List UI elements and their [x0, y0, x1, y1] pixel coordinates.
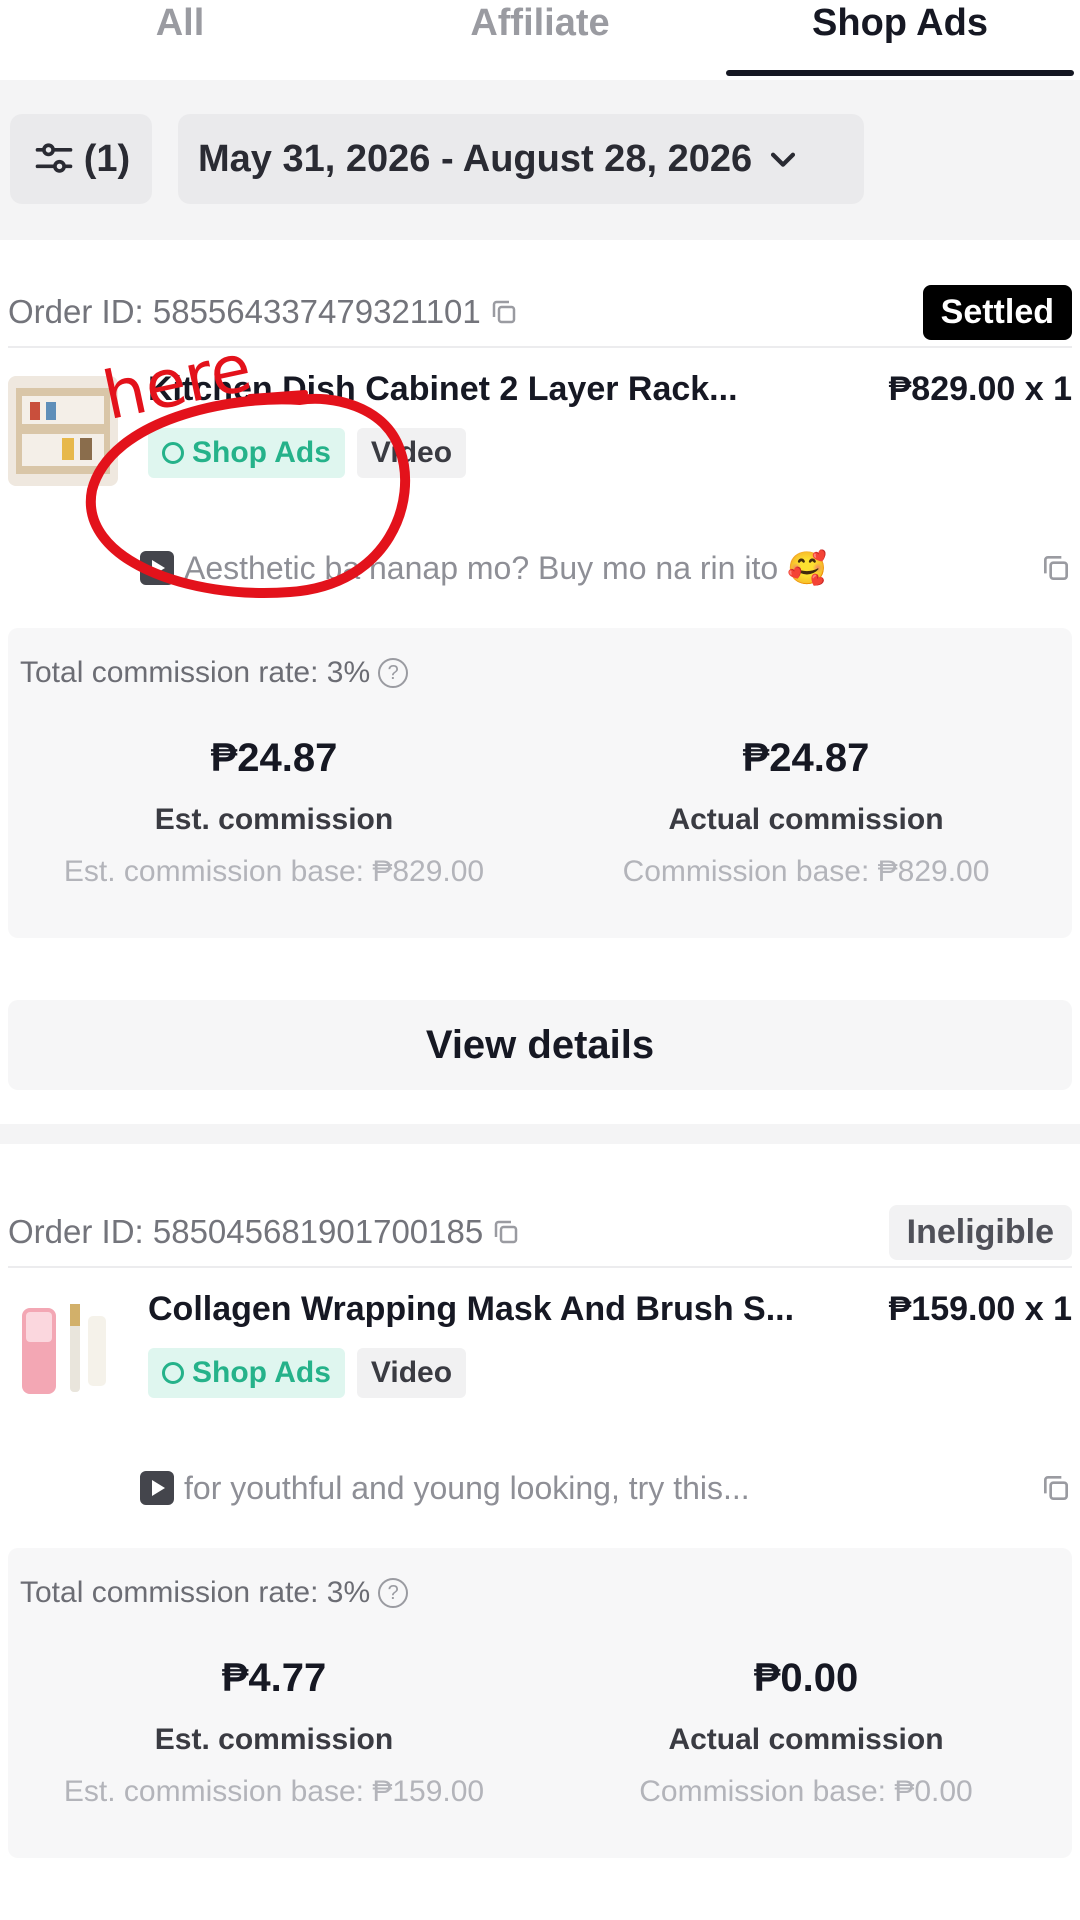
- est-commission-column: ₱4.77 Est. commission Est. commission ba…: [8, 1656, 540, 1809]
- order-id-text: Order ID: 585564337479321101: [8, 293, 481, 330]
- help-icon[interactable]: ?: [378, 658, 409, 688]
- est-commission-label: Est. commission: [154, 1723, 394, 1756]
- tab-affiliate[interactable]: Affiliate: [360, 0, 720, 80]
- order-header: Order ID: 585564337479321101 Settled: [8, 278, 1072, 348]
- copy-icon[interactable]: [1040, 1472, 1072, 1504]
- video-tag: Video: [356, 428, 467, 478]
- actual-commission-label: Actual commission: [668, 1723, 944, 1756]
- commission-panel: Total commission rate: 3% ? ₱24.87 Est. …: [8, 628, 1072, 938]
- actual-commission-column: ₱24.87 Actual commission Commission base…: [540, 736, 1072, 889]
- order-header: Order ID: 585045681901700185 Ineligible: [8, 1198, 1072, 1268]
- caption-text: Aesthetic ba hanap mo? Buy mo na rin ito…: [184, 550, 827, 586]
- status-badge: Ineligible: [888, 1204, 1072, 1260]
- sliders-icon: [35, 143, 73, 173]
- product-price: ₱829.00 x 1: [888, 370, 1072, 408]
- filter-bar: (1) May 31, 2026 - August 28, 2026: [0, 80, 1080, 240]
- order-card: Order ID: 585045681901700185 Ineligible …: [0, 1198, 1080, 1918]
- copy-icon[interactable]: [1040, 552, 1072, 584]
- chevron-down-icon: [771, 152, 796, 167]
- product-price: ₱159.00 x 1: [888, 1290, 1072, 1328]
- actual-commission-amount: ₱0.00: [753, 1656, 859, 1700]
- order-id: Order ID: 585564337479321101: [8, 293, 519, 331]
- tab-shop-ads[interactable]: Shop Ads: [720, 0, 1080, 80]
- video-icon: [140, 551, 174, 585]
- est-commission-base: Est. commission base: ₱159.00: [63, 1775, 485, 1808]
- est-commission-amount: ₱24.87: [210, 736, 338, 780]
- tab-bar: All Affiliate Shop Ads: [0, 0, 1080, 80]
- copy-icon[interactable]: [489, 297, 519, 327]
- product-row[interactable]: Kitchen Dish Cabinet 2 Layer Rack... ₱82…: [8, 370, 1072, 486]
- product-thumbnail: [8, 1296, 118, 1406]
- est-commission-column: ₱24.87 Est. commission Est. commission b…: [8, 736, 540, 889]
- commission-panel: Total commission rate: 3% ? ₱4.77 Est. c…: [8, 1548, 1072, 1858]
- video-icon: [140, 1471, 174, 1505]
- product-tags: Shop Ads Video: [148, 428, 467, 478]
- shop-ads-tag: Shop Ads: [148, 428, 345, 478]
- product-name: Kitchen Dish Cabinet 2 Layer Rack...: [148, 370, 738, 408]
- commission-rate: Total commission rate: 3% ?: [20, 656, 409, 690]
- ads-dot-icon: [162, 442, 184, 464]
- est-commission-label: Est. commission: [154, 803, 394, 836]
- shop-ads-tag: Shop Ads: [148, 1348, 345, 1398]
- actual-commission-amount: ₱24.87: [742, 736, 870, 780]
- tab-all[interactable]: All: [0, 0, 360, 80]
- status-badge: Settled: [922, 284, 1072, 340]
- help-icon[interactable]: ?: [378, 1578, 409, 1608]
- video-caption[interactable]: Aesthetic ba hanap mo? Buy mo na rin ito…: [140, 546, 1072, 590]
- actual-commission-base: Commission base: ₱829.00: [622, 855, 990, 888]
- order-card: Order ID: 585564337479321101 Settled Kit…: [0, 278, 1080, 1098]
- product-row[interactable]: Collagen Wrapping Mask And Brush S... ₱1…: [8, 1290, 1072, 1406]
- order-id: Order ID: 585045681901700185: [8, 1213, 521, 1251]
- filter-button[interactable]: (1): [10, 114, 152, 204]
- est-commission-base: Est. commission base: ₱829.00: [63, 855, 485, 888]
- video-caption[interactable]: for youthful and young looking, try this…: [140, 1466, 1072, 1510]
- filter-count: (1): [83, 137, 131, 180]
- order-id-text: Order ID: 585045681901700185: [8, 1213, 484, 1250]
- date-range-selector[interactable]: May 31, 2026 - August 28, 2026: [178, 114, 864, 204]
- est-commission-amount: ₱4.77: [221, 1656, 327, 1700]
- copy-icon[interactable]: [491, 1217, 521, 1247]
- date-range-text: May 31, 2026 - August 28, 2026: [198, 137, 753, 180]
- view-details-button[interactable]: View details: [8, 1000, 1072, 1090]
- commission-rate: Total commission rate: 3% ?: [20, 1576, 409, 1610]
- caption-text: for youthful and young looking, try this…: [184, 1469, 750, 1506]
- product-tags: Shop Ads Video: [148, 1348, 467, 1398]
- ads-dot-icon: [162, 1362, 184, 1384]
- product-name: Collagen Wrapping Mask And Brush S...: [148, 1290, 795, 1328]
- section-divider: [0, 1124, 1080, 1144]
- actual-commission-label: Actual commission: [668, 803, 944, 836]
- video-tag: Video: [356, 1348, 467, 1398]
- product-thumbnail: [8, 376, 118, 486]
- actual-commission-base: Commission base: ₱0.00: [639, 1775, 973, 1808]
- actual-commission-column: ₱0.00 Actual commission Commission base:…: [540, 1656, 1072, 1809]
